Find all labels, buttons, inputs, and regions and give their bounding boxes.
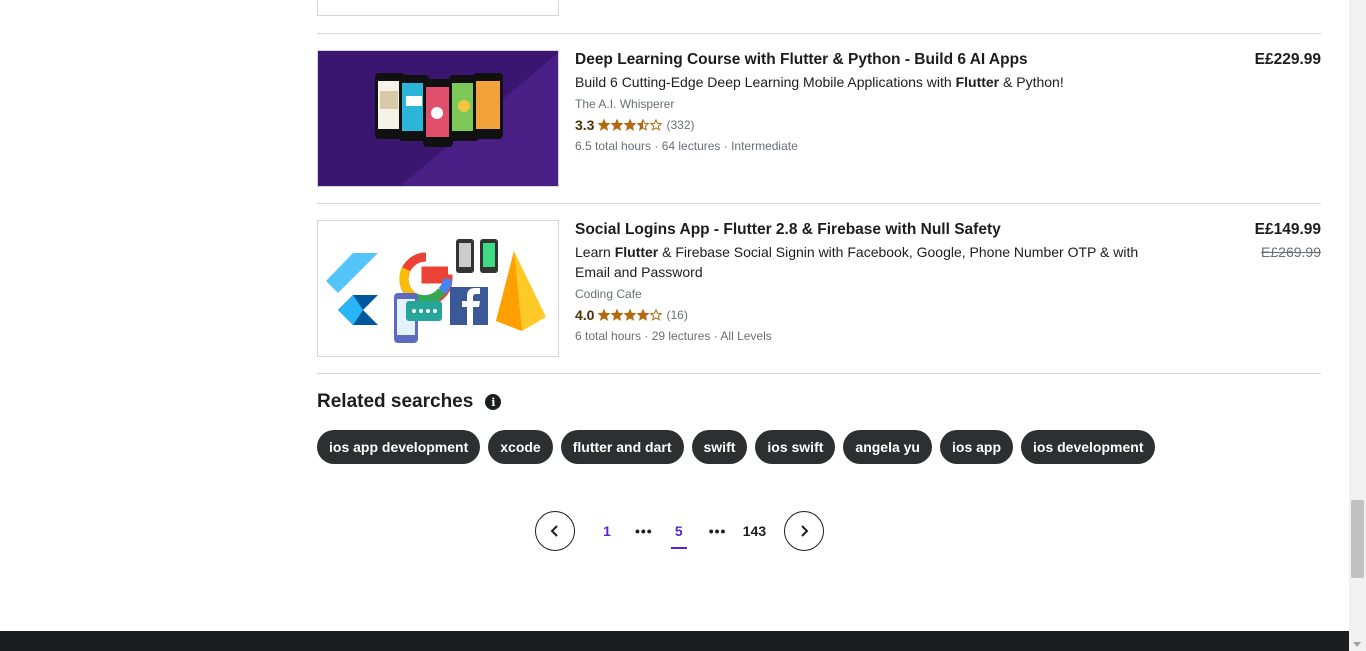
star-icon xyxy=(624,309,637,321)
course-image xyxy=(318,221,558,356)
page-link-first[interactable]: 1 xyxy=(599,523,615,539)
star-icon xyxy=(624,119,637,131)
rating-stars xyxy=(598,309,663,321)
pagination-ellipsis: ••• xyxy=(635,523,653,539)
related-chip[interactable]: flutter and dart xyxy=(560,430,684,464)
page-link-current[interactable]: 5 xyxy=(670,523,687,549)
star-icon xyxy=(650,119,663,131)
related-chip[interactable]: ios app xyxy=(940,430,1014,464)
course-price: E£149.99 E£269.99 xyxy=(1255,220,1321,264)
course-headline: Learn Flutter & Firebase Social Signin w… xyxy=(575,244,1139,280)
pagination-ellipsis: ••• xyxy=(708,523,727,539)
divider xyxy=(317,373,1321,374)
next-page-button[interactable] xyxy=(784,511,825,551)
course-author: The A.I. Whisperer xyxy=(575,97,675,111)
related-chip[interactable]: ios app development xyxy=(317,430,481,464)
previous-course-thumbnail[interactable] xyxy=(317,0,559,16)
previous-page-button[interactable] xyxy=(535,511,575,551)
pagination: 1 ••• 5 ••• 143 xyxy=(535,511,825,551)
rating-stars xyxy=(598,119,663,131)
related-chip[interactable]: ios development xyxy=(1021,430,1156,464)
course-meta: 6.5 total hours · 64 lectures · Intermed… xyxy=(575,139,798,153)
related-searches-header: Related searches i xyxy=(317,390,1321,414)
related-chip[interactable]: swift xyxy=(691,430,748,464)
page-link-last[interactable]: 143 xyxy=(742,523,766,539)
course-meta: 6 total hours · 29 lectures · All Levels xyxy=(575,329,772,343)
course-image xyxy=(318,51,558,186)
rating-value: 4.0 xyxy=(575,307,595,323)
related-searches: Related searches i ios app development x… xyxy=(317,390,1321,464)
rating-value: 3.3 xyxy=(575,117,595,133)
course-rating: 3.3 (332) xyxy=(575,116,1175,134)
current-price: E£229.99 xyxy=(1254,51,1321,68)
course-rating: 4.0 (16) xyxy=(575,306,1175,324)
info-icon[interactable]: i xyxy=(485,394,502,410)
course-author: Coding Cafe xyxy=(575,287,642,301)
course-thumbnail[interactable] xyxy=(317,50,559,187)
star-icon xyxy=(611,119,624,131)
course-price: E£229.99 xyxy=(1255,50,1321,70)
vertical-scrollbar[interactable] xyxy=(1349,0,1366,651)
star-icon xyxy=(598,119,611,131)
related-chip[interactable]: ios swift xyxy=(755,430,836,464)
current-price: E£149.99 xyxy=(1254,221,1321,238)
review-count: (332) xyxy=(666,118,695,132)
star-icon xyxy=(650,309,663,321)
original-price: E£269.99 xyxy=(1261,244,1321,260)
course-card[interactable]: Deep Learning Course with Flutter & Pyth… xyxy=(317,50,1321,204)
course-headline: Build 6 Cutting-Edge Deep Learning Mobil… xyxy=(575,74,1064,90)
divider xyxy=(317,33,1321,34)
course-info: Deep Learning Course with Flutter & Pyth… xyxy=(575,50,1175,154)
star-icon xyxy=(637,309,650,321)
star-icon xyxy=(598,309,611,321)
course-title[interactable]: Social Logins App - Flutter 2.8 & Fireba… xyxy=(575,220,1175,240)
divider xyxy=(317,203,1321,204)
related-chip[interactable]: xcode xyxy=(488,430,553,464)
review-count: (16) xyxy=(666,308,688,322)
chevron-right-icon xyxy=(801,525,809,537)
course-thumbnail[interactable] xyxy=(317,220,559,357)
related-chips: ios app development xcode flutter and da… xyxy=(317,430,1321,464)
star-icon xyxy=(637,119,650,131)
chevron-left-icon xyxy=(550,525,558,537)
scroll-down-arrow-icon[interactable] xyxy=(1353,642,1361,647)
scrollbar-thumb[interactable] xyxy=(1351,500,1364,578)
footer xyxy=(0,631,1349,651)
course-card[interactable]: Social Logins App - Flutter 2.8 & Fireba… xyxy=(317,220,1321,374)
star-icon xyxy=(611,309,624,321)
course-info: Social Logins App - Flutter 2.8 & Fireba… xyxy=(575,220,1175,344)
related-searches-title: Related searches xyxy=(317,391,474,412)
course-title[interactable]: Deep Learning Course with Flutter & Pyth… xyxy=(575,50,1175,70)
related-chip[interactable]: angela yu xyxy=(843,430,932,464)
